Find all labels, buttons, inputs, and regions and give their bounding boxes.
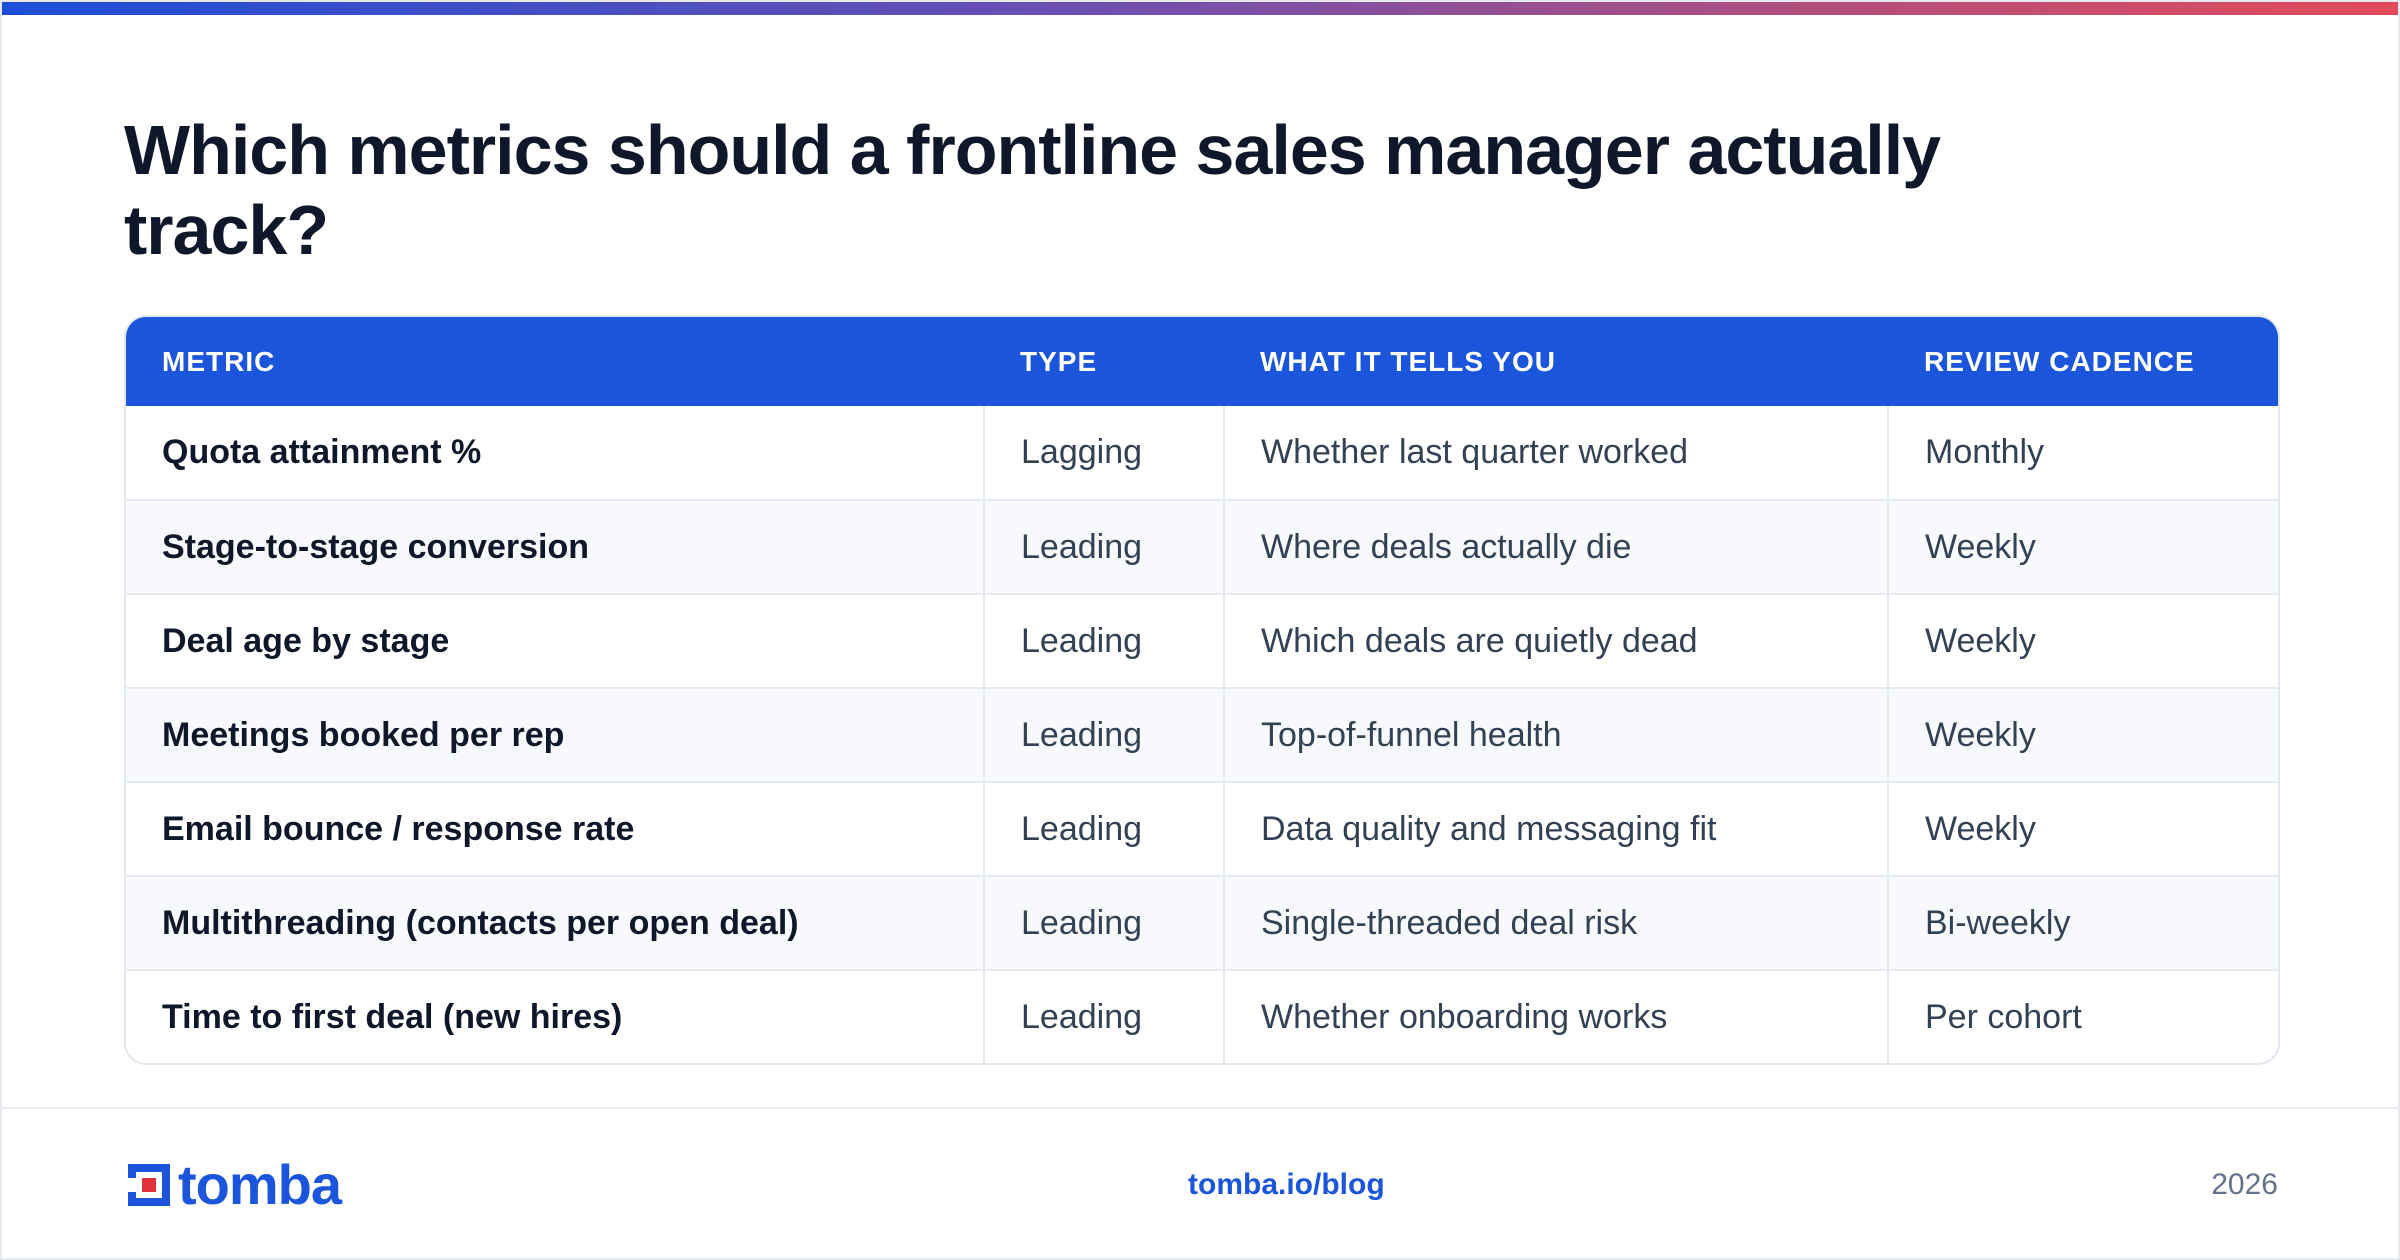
- footer-year: 2026: [2211, 1168, 2278, 1201]
- tomba-logo[interactable]: tomba: [124, 1153, 342, 1216]
- type-cell: Lagging: [983, 406, 1224, 500]
- header-type: TYPE: [1020, 345, 1098, 377]
- metric-cell: Email bounce / response rate: [162, 809, 635, 848]
- table-row: Stage-to-stage conversion Leading Where …: [126, 500, 2278, 594]
- type-cell: Leading: [983, 688, 1224, 782]
- table-header-row: METRIC TYPE WHAT IT TELLS YOU REVIEW CAD…: [126, 317, 2278, 406]
- type-cell: Leading: [983, 970, 1224, 1063]
- metric-cell: Deal age by stage: [162, 621, 450, 660]
- page-frame: Which metrics should a frontline sales m…: [0, 0, 2400, 1260]
- description-cell: Which deals are quietly dead: [1223, 594, 1888, 688]
- footer-divider: [2, 1107, 2398, 1109]
- type-cell: Leading: [983, 782, 1224, 876]
- table-row: Quota attainment % Lagging Whether last …: [126, 406, 2278, 500]
- type-cell: Leading: [983, 876, 1224, 970]
- description-cell: Where deals actually die: [1223, 500, 1888, 594]
- cadence-cell: Bi-weekly: [1887, 876, 2278, 970]
- table-row: Deal age by stage Leading Which deals ar…: [126, 594, 2278, 688]
- type-cell: Leading: [983, 594, 1224, 688]
- header-metric: METRIC: [162, 345, 276, 377]
- metric-cell: Time to first deal (new hires): [162, 998, 623, 1036]
- description-cell: Top-of-funnel health: [1223, 688, 1888, 782]
- cadence-cell: Weekly: [1887, 782, 2278, 876]
- cadence-cell: Weekly: [1887, 500, 2278, 594]
- metrics-table-container: METRIC TYPE WHAT IT TELLS YOU REVIEW CAD…: [124, 315, 2280, 1065]
- header-review-cadence: REVIEW CADENCE: [1924, 345, 2195, 377]
- tomba-logo-mark-icon: [128, 1164, 170, 1206]
- table-row: Email bounce / response rate Leading Dat…: [126, 782, 2278, 876]
- metrics-table: METRIC TYPE WHAT IT TELLS YOU REVIEW CAD…: [126, 317, 2278, 1063]
- type-cell: Leading: [983, 500, 1224, 594]
- blog-link[interactable]: tomba.io/blog: [1188, 1168, 1385, 1202]
- description-cell: Data quality and messaging fit: [1223, 782, 1888, 876]
- cadence-cell: Weekly: [1887, 688, 2278, 782]
- gradient-top-bar: [2, 2, 2398, 15]
- description-cell: Whether onboarding works: [1223, 970, 1888, 1063]
- metric-cell: Multithreading (contacts per open deal): [162, 903, 799, 942]
- cadence-cell: Weekly: [1887, 594, 2278, 688]
- cadence-cell: Monthly: [1887, 406, 2278, 500]
- logo-wordmark: tomba: [178, 1153, 342, 1216]
- table-row: Meetings booked per rep Leading Top-of-f…: [126, 688, 2278, 782]
- cadence-cell: Per cohort: [1887, 970, 2278, 1063]
- description-cell: Whether last quarter worked: [1223, 406, 1888, 500]
- table-row: Multithreading (contacts per open deal) …: [126, 876, 2278, 970]
- page-title: Which metrics should a frontline sales m…: [124, 111, 1941, 269]
- description-cell: Single-threaded deal risk: [1223, 876, 1888, 970]
- metric-cell: Meetings booked per rep: [162, 715, 565, 754]
- metric-cell: Stage-to-stage conversion: [162, 527, 589, 566]
- table-row: Time to first deal (new hires) Leading W…: [126, 970, 2278, 1063]
- metric-cell: Quota attainment %: [162, 433, 482, 471]
- header-what-it-tells-you: WHAT IT TELLS YOU: [1260, 345, 1556, 377]
